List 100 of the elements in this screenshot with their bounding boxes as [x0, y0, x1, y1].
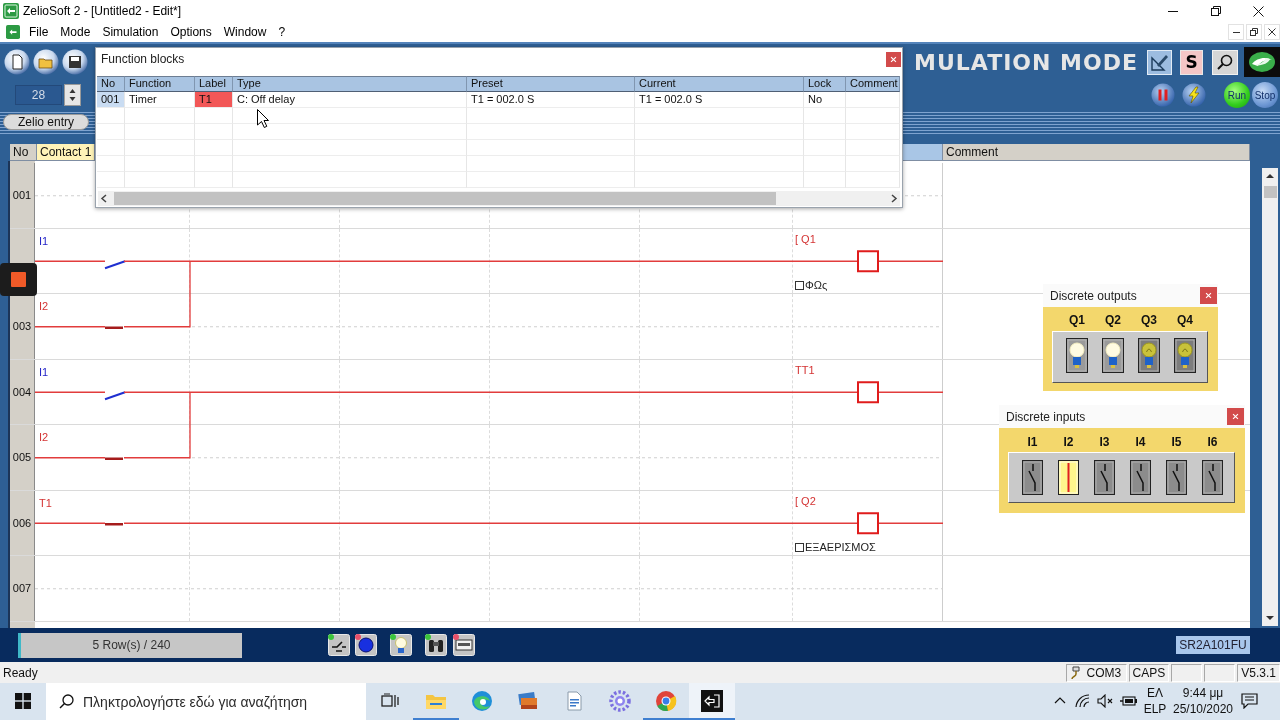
menu-item[interactable]: ? — [272, 22, 292, 42]
panel-title: Discrete inputs — [1006, 409, 1086, 424]
column-header: Lock — [804, 76, 846, 92]
display-icon[interactable] — [453, 634, 475, 656]
wire — [34, 260, 106, 262]
coil-comment: ΦΩς — [805, 279, 828, 291]
column-header — [903, 144, 943, 161]
switch-icon[interactable] — [1166, 460, 1187, 495]
run-button[interactable]: Run — [1224, 82, 1250, 108]
input-label: I1 — [1026, 434, 1039, 450]
table-cell — [97, 124, 125, 140]
muted-speaker-icon[interactable] — [1097, 693, 1114, 708]
table-cell: T1 = 002.0 S — [467, 92, 635, 108]
status-pane: V5.3.1 — [1237, 663, 1280, 682]
light-bulb-icon[interactable] — [390, 634, 412, 656]
table-cell: T1 = 002.0 S — [635, 92, 804, 108]
table-cell — [846, 108, 900, 124]
lightning-icon[interactable] — [1182, 83, 1206, 107]
search-icon[interactable] — [1212, 49, 1238, 75]
table-cell — [195, 156, 233, 172]
table-cell: No — [804, 92, 846, 108]
restore-icon[interactable] — [1210, 6, 1221, 16]
spinner-button[interactable] — [64, 84, 81, 106]
table-cell — [846, 156, 900, 172]
switch-icon[interactable] — [1130, 460, 1151, 495]
minimize-button[interactable] — [1228, 24, 1244, 40]
circle-icon[interactable] — [355, 634, 377, 656]
window-title: ZelioSoft 2 - [Untitled2 - Edit*] — [23, 4, 182, 18]
stop-icon[interactable] — [0, 263, 37, 296]
switch-symbol-icon[interactable] — [328, 634, 350, 656]
stop-button[interactable]: Stop — [1252, 82, 1278, 108]
pause-icon[interactable] — [1151, 83, 1175, 107]
windows-logo-icon[interactable] — [15, 692, 31, 709]
switch-icon[interactable] — [1202, 460, 1223, 495]
menu-item[interactable]: Mode — [54, 22, 97, 42]
status-pane — [1204, 663, 1236, 682]
input-label: I2 — [1062, 434, 1075, 450]
status-text: COM3 — [1086, 665, 1122, 680]
search-icon[interactable] — [59, 694, 74, 709]
language-button[interactable]: ΕΛ ELP — [1140, 683, 1170, 720]
minimize-icon[interactable] — [1232, 31, 1240, 33]
contact-label: I1 — [39, 234, 49, 247]
app-logo-icon — [3, 3, 19, 19]
contact-label: I1 — [39, 365, 49, 378]
table-cell: 001 — [97, 92, 125, 108]
row-number: 004 — [10, 359, 35, 424]
clock-button[interactable]: 9:44 μμ 25/10/2020 — [1170, 683, 1236, 720]
row-number: 007 — [10, 556, 35, 621]
menu-item[interactable]: Options — [164, 22, 218, 42]
wifi-icon[interactable] — [1074, 693, 1091, 708]
table-cell — [846, 124, 900, 140]
table-cell — [804, 140, 846, 156]
app-logo-icon — [6, 25, 20, 39]
table-cell — [97, 156, 125, 172]
binoculars-icon[interactable] — [425, 634, 447, 656]
mode-title: MULATION MODE — [914, 49, 1138, 75]
ruler-pencil-icon[interactable] — [1147, 49, 1172, 75]
row-number: 005 — [10, 425, 35, 490]
battery-icon[interactable] — [1120, 694, 1137, 707]
menu-item[interactable]: File — [23, 22, 55, 42]
up-down-arrows-icon[interactable] — [69, 88, 76, 102]
scrollbar-thumb[interactable] — [1263, 186, 1277, 198]
column-header: Current — [635, 76, 804, 92]
wire — [34, 522, 106, 524]
restore-icon[interactable] — [1250, 28, 1258, 36]
notification-icon[interactable] — [1240, 692, 1258, 709]
switch-icon[interactable] — [1094, 460, 1115, 495]
task-view-icon[interactable] — [380, 692, 399, 709]
table-cell — [125, 108, 195, 124]
switch-icon[interactable] — [1058, 460, 1079, 495]
zelio-entry-tab[interactable]: Zelio entry — [3, 114, 90, 130]
minimize-icon[interactable] — [1167, 10, 1178, 12]
input-label: I4 — [1134, 434, 1147, 450]
spin-field[interactable]: 28 — [15, 85, 62, 105]
menu-item[interactable]: Window — [217, 22, 273, 42]
switch-icon[interactable] — [1022, 460, 1043, 495]
close-icon[interactable] — [1268, 28, 1276, 36]
plug-icon — [1069, 665, 1082, 680]
close-button[interactable] — [1264, 24, 1280, 40]
output-label: Q1 — [1068, 312, 1086, 328]
new-file-icon[interactable] — [4, 49, 30, 75]
app-icon[interactable] — [700, 688, 724, 713]
chevron-up-icon[interactable] — [1053, 697, 1066, 704]
taskbar-button[interactable] — [689, 683, 735, 720]
open-folder-icon[interactable] — [33, 49, 59, 75]
restore-button[interactable] — [1246, 24, 1262, 40]
s-button[interactable]: S — [1180, 49, 1203, 75]
browser-icon[interactable] — [470, 688, 494, 713]
browser-icon[interactable] — [654, 688, 678, 713]
menu-item[interactable]: Simulation — [96, 22, 165, 42]
table-cell — [804, 172, 846, 188]
search-field[interactable]: Πληκτρολογήστε εδώ για αναζήτηση — [46, 683, 366, 720]
table-cell — [195, 140, 233, 156]
column-header: Type — [233, 76, 467, 92]
contact-label: I2 — [39, 431, 49, 443]
floppy-disk-icon[interactable] — [62, 49, 88, 75]
gear-icon[interactable] — [608, 688, 632, 713]
scrollbar-thumb[interactable] — [114, 192, 776, 205]
coil-icon — [857, 250, 879, 273]
close-icon[interactable] — [1253, 5, 1264, 17]
